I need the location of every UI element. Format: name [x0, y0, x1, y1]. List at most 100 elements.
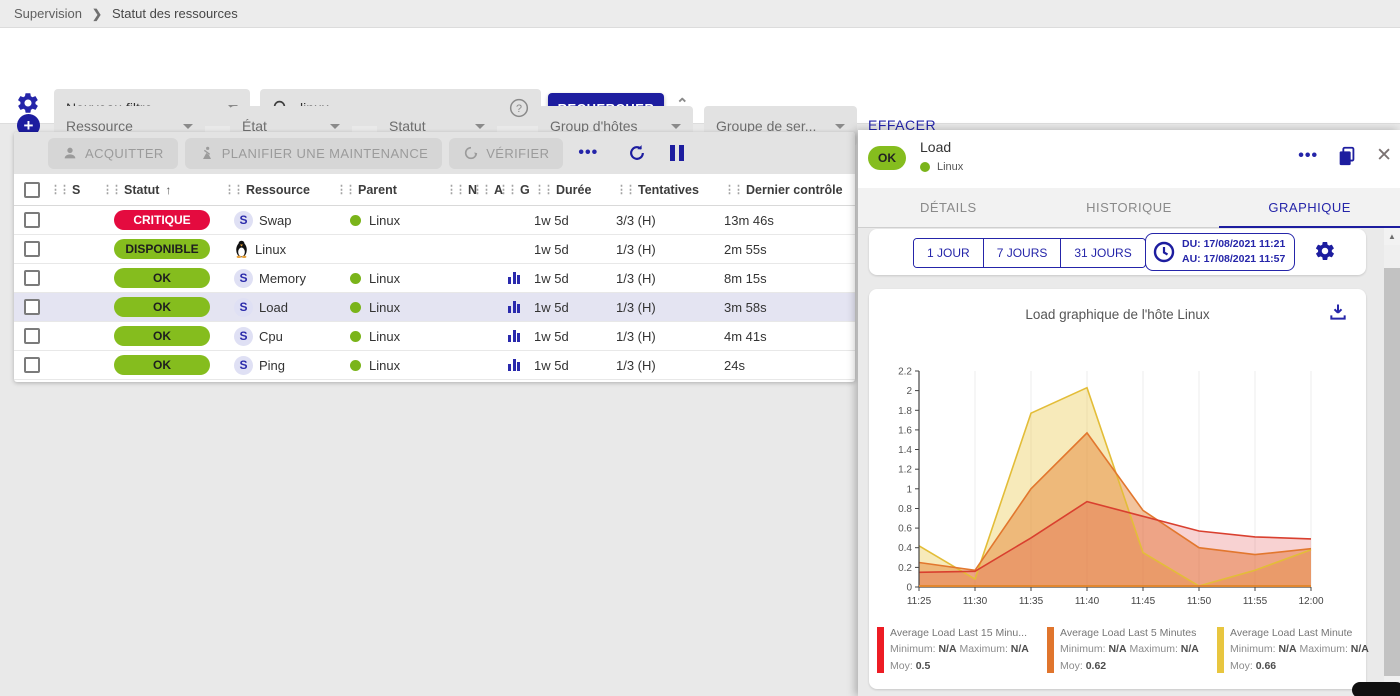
chevron-down-icon — [330, 124, 340, 129]
host-up-dot-icon — [350, 302, 361, 313]
close-panel-icon[interactable]: ✕ — [1376, 144, 1392, 167]
custom-date-range-button[interactable]: DU: 17/08/2021 11:21 AU: 17/08/2021 11:5… — [1145, 233, 1295, 271]
tab-details[interactable]: DÉTAILS — [858, 188, 1039, 227]
drag-handle-icon: ⋮⋮ — [336, 183, 354, 196]
help-icon[interactable]: ? — [509, 98, 529, 118]
service-icon: S — [234, 298, 253, 317]
table-row[interactable]: OK SPing Linux 1w 5d 1/3 (H) 24s — [14, 351, 855, 380]
chevron-down-icon — [475, 124, 485, 129]
legend-swatch-red — [877, 627, 884, 673]
filter-section: Nouveau filtre ? RECHERCHER ⌃ + Ressourc… — [0, 28, 1400, 124]
from-value: 17/08/2021 11:21 — [1204, 238, 1286, 250]
duration-value: 1w 5d — [534, 358, 616, 373]
tab-history[interactable]: HISTORIQUE — [1039, 188, 1220, 227]
col-header-state[interactable]: ⋮⋮S — [50, 183, 102, 197]
legend-item-load5[interactable]: Average Load Last 5 Minutes Minimum: N/A… — [1047, 625, 1217, 674]
period-7-days-button[interactable]: 7 JOURS — [983, 239, 1061, 267]
copy-link-icon[interactable] — [1336, 145, 1358, 167]
resource-name: Cpu — [259, 329, 283, 344]
row-checkbox[interactable] — [24, 299, 40, 315]
svg-text:11:25: 11:25 — [907, 596, 932, 607]
parent-name: Linux — [369, 213, 400, 228]
scrollbar-thumb[interactable] — [1384, 268, 1400, 676]
check-button[interactable]: VÉRIFIER — [449, 138, 563, 169]
col-header-duration[interactable]: ⋮⋮Durée — [534, 183, 616, 197]
last-check-value: 13m 46s — [724, 213, 855, 228]
export-download-icon[interactable] — [1328, 302, 1348, 322]
service-icon: S — [234, 211, 253, 230]
period-1-day-button[interactable]: 1 JOUR — [914, 239, 983, 267]
svg-text:11:30: 11:30 — [963, 596, 988, 607]
pause-icon[interactable] — [670, 145, 684, 161]
bottom-overlay-handle — [1352, 682, 1400, 696]
svg-text:0: 0 — [906, 583, 912, 594]
svg-text:1: 1 — [906, 484, 912, 495]
graph-settings-gear-icon[interactable] — [1314, 240, 1336, 262]
svg-text:1.2: 1.2 — [898, 465, 912, 476]
row-checkbox[interactable] — [24, 270, 40, 286]
load-area-chart[interactable]: 00.20.40.60.811.21.41.61.822.211:2511:30… — [879, 361, 1339, 613]
graph-icon[interactable] — [508, 359, 534, 371]
table-row[interactable]: OK SCpu Linux 1w 5d 1/3 (H) 4m 41s — [14, 322, 855, 351]
status-badge: DISPONIBLE — [114, 239, 210, 259]
col-header-parent[interactable]: ⋮⋮Parent — [336, 183, 446, 197]
drag-handle-icon: ⋮⋮ — [616, 183, 634, 196]
more-actions-icon[interactable]: ••• — [578, 144, 598, 162]
col-header-notification[interactable]: ⋮⋮N — [446, 183, 472, 197]
tries-value: 3/3 (H) — [616, 213, 724, 228]
col-header-acknowledge[interactable]: ⋮⋮A — [472, 183, 498, 197]
breadcrumb-item-resources-status[interactable]: Statut des ressources — [112, 6, 238, 21]
duration-value: 1w 5d — [534, 213, 616, 228]
graph-icon[interactable] — [508, 330, 534, 342]
legend-item-load15[interactable]: Average Load Last 15 Minu... Minimum: N/… — [877, 625, 1047, 674]
scroll-up-arrow-icon[interactable]: ▲ — [1384, 228, 1400, 245]
row-checkbox[interactable] — [24, 328, 40, 344]
tries-value: 1/3 (H) — [616, 300, 724, 315]
downtime-button[interactable]: PLANIFIER UNE MAINTENANCE — [185, 138, 442, 169]
chevron-down-icon — [183, 124, 193, 129]
table-row[interactable]: DISPONIBLE Linux 1w 5d 1/3 (H) 2m 55s — [14, 235, 855, 264]
clock-icon — [1152, 240, 1176, 264]
panel-more-icon[interactable]: ••• — [1298, 147, 1318, 165]
legend-item-load1[interactable]: Average Load Last Minute Minimum: N/A Ma… — [1217, 625, 1387, 674]
maintenance-icon — [199, 145, 215, 161]
tab-graph[interactable]: GRAPHIQUE — [1219, 188, 1400, 227]
svg-text:1.6: 1.6 — [898, 425, 912, 436]
refresh-icon[interactable] — [627, 143, 647, 163]
last-check-value: 2m 55s — [724, 242, 855, 257]
svg-text:0.6: 0.6 — [898, 524, 912, 535]
parent-name: Linux — [369, 358, 400, 373]
filter-settings-gear-icon[interactable] — [16, 91, 40, 115]
graph-icon[interactable] — [508, 272, 534, 284]
svg-text:11:50: 11:50 — [1187, 596, 1212, 607]
period-31-days-button[interactable]: 31 JOURS — [1060, 239, 1144, 267]
col-header-status[interactable]: ⋮⋮Statut↑ — [102, 183, 224, 197]
row-checkbox[interactable] — [24, 241, 40, 257]
chevron-down-icon — [671, 124, 681, 129]
row-checkbox[interactable] — [24, 357, 40, 373]
row-checkbox[interactable] — [24, 212, 40, 228]
svg-text:1.4: 1.4 — [898, 445, 912, 456]
resource-name: Memory — [259, 271, 306, 286]
col-header-resource[interactable]: ⋮⋮Ressource — [224, 183, 336, 197]
drag-handle-icon: ⋮⋮ — [50, 183, 68, 196]
breadcrumb-item-supervision[interactable]: Supervision — [14, 6, 82, 21]
from-label: DU: — [1182, 238, 1201, 250]
status-badge: OK — [114, 326, 210, 346]
graph-icon[interactable] — [508, 301, 534, 313]
table-row-selected[interactable]: OK SLoad Linux 1w 5d 1/3 (H) 3m 58s — [14, 293, 855, 322]
col-header-graph[interactable]: ⋮⋮G — [498, 183, 534, 197]
parent-name: Linux — [369, 271, 400, 286]
acknowledge-button[interactable]: ACQUITTER — [48, 138, 178, 169]
col-header-last-check[interactable]: ⋮⋮Dernier contrôle — [724, 183, 855, 197]
col-header-tries[interactable]: ⋮⋮Tentatives — [616, 183, 724, 197]
select-all-checkbox[interactable] — [24, 182, 40, 198]
legend-swatch-yellow — [1217, 627, 1224, 673]
svg-text:11:40: 11:40 — [1075, 596, 1100, 607]
duration-value: 1w 5d — [534, 300, 616, 315]
panel-scrollbar[interactable]: ▲ — [1384, 228, 1400, 696]
table-row[interactable]: CRITIQUE SSwap Linux 1w 5d 3/3 (H) 13m 4… — [14, 206, 855, 235]
drag-handle-icon: ⋮⋮ — [102, 183, 120, 196]
table-row[interactable]: OK SMemory Linux 1w 5d 1/3 (H) 8m 15s — [14, 264, 855, 293]
linux-penguin-icon — [234, 240, 249, 258]
